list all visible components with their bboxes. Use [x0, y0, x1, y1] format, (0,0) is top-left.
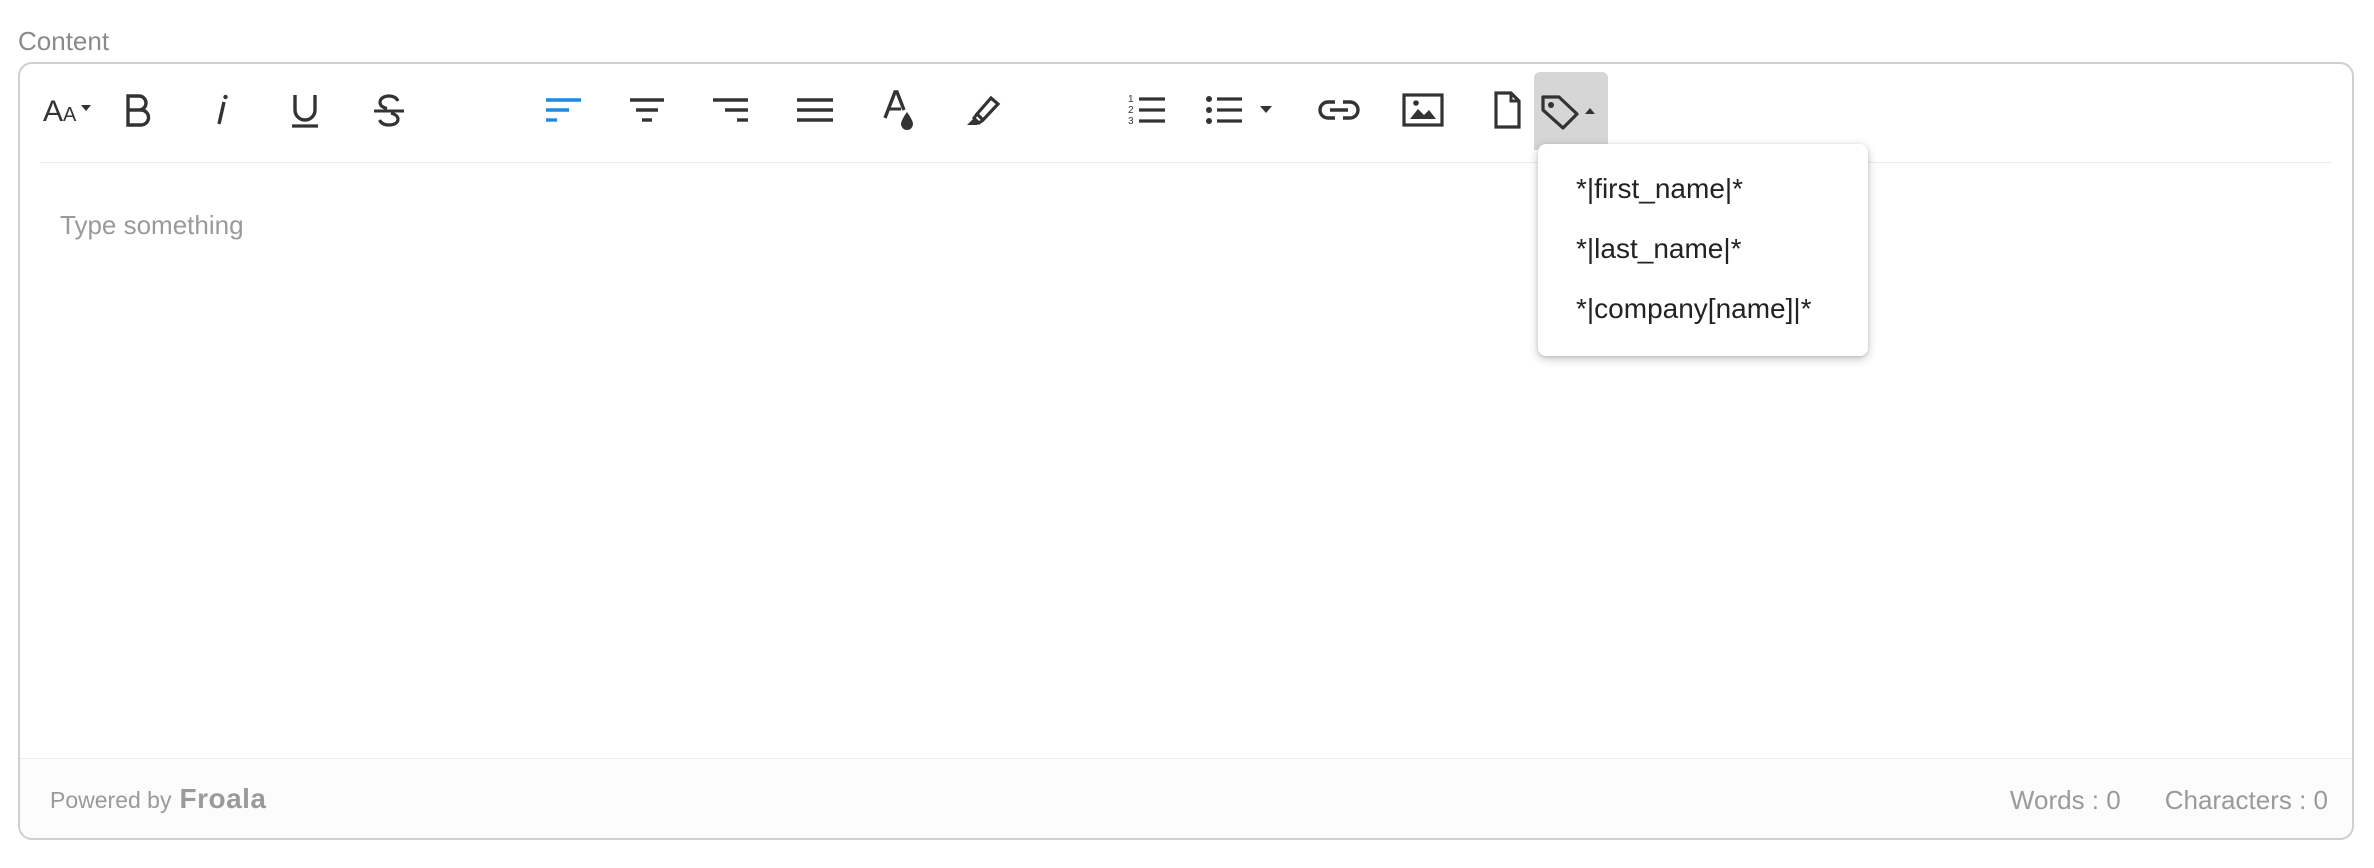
powered-by-label: Powered by [50, 787, 172, 813]
underline-icon [292, 95, 318, 128]
character-count: Characters : 0 [2164, 785, 2328, 815]
insert-link-button[interactable] [1302, 74, 1376, 146]
editor-placeholder: Type something [60, 210, 244, 240]
merge-tags-dropdown: *|first_name|* *|last_name|* *|company[n… [1538, 144, 1868, 356]
align-justify-button[interactable] [778, 74, 852, 146]
strikethrough-icon [374, 94, 404, 127]
align-left-icon [546, 98, 581, 122]
unordered-list-button[interactable] [1196, 74, 1292, 146]
text-color-icon [883, 90, 913, 130]
svg-text:1: 1 [1128, 94, 1134, 105]
italic-button[interactable] [184, 74, 258, 146]
file-icon [1494, 91, 1521, 129]
editor-footer: Powered by Froala Words : 0 Characters :… [20, 758, 2352, 838]
ordered-list-button[interactable]: 1 2 3 [1110, 74, 1184, 146]
strikethrough-button[interactable] [352, 74, 426, 146]
align-center-button[interactable] [610, 74, 684, 146]
editor-counters: Words : 0 Characters : 0 [2010, 785, 2328, 816]
svg-text:A: A [43, 95, 63, 128]
highlighter-icon [967, 95, 1001, 125]
underline-button[interactable] [268, 74, 342, 146]
text-color-button[interactable] [862, 74, 936, 146]
font-size-icon: A A [43, 95, 91, 128]
link-icon [1318, 100, 1360, 120]
merge-tag-company-name[interactable]: *|company[name]|* [1538, 288, 1868, 348]
bold-icon [126, 94, 151, 127]
word-count: Words : 0 [2009, 785, 2121, 815]
rich-text-editor: A A 1 2 3 Type something Powered by Froa… [18, 62, 2354, 840]
highlight-button[interactable] [946, 74, 1020, 146]
toolbar-divider [40, 162, 2332, 163]
align-right-button[interactable] [694, 74, 768, 146]
svg-text:3: 3 [1128, 116, 1134, 127]
unordered-list-icon [1206, 96, 1272, 124]
editor-content-area[interactable]: Type something [60, 210, 244, 241]
merge-tag-last-name[interactable]: *|last_name|* [1538, 228, 1868, 288]
align-right-icon [713, 98, 748, 122]
align-left-button[interactable] [526, 74, 600, 146]
font-size-button[interactable]: A A [32, 74, 106, 146]
editor-toolbar: A A 1 2 3 [20, 64, 2352, 164]
insert-file-button[interactable] [1470, 74, 1544, 146]
image-icon [1402, 93, 1444, 127]
froala-logo: Froala [179, 783, 267, 814]
svg-text:2: 2 [1128, 105, 1134, 116]
powered-by[interactable]: Powered by Froala [50, 783, 267, 815]
align-center-icon [630, 98, 664, 122]
merge-tags-button[interactable] [1534, 72, 1608, 150]
italic-icon [217, 94, 228, 125]
insert-image-button[interactable] [1386, 74, 1460, 146]
bold-button[interactable] [100, 74, 174, 146]
merge-tag-first-name[interactable]: *|first_name|* [1538, 168, 1868, 228]
content-field-label: Content [18, 26, 110, 56]
align-justify-icon [797, 98, 833, 122]
ordered-list-icon: 1 2 3 [1128, 94, 1165, 127]
tag-icon [1541, 95, 1595, 130]
svg-text:A: A [63, 104, 77, 126]
